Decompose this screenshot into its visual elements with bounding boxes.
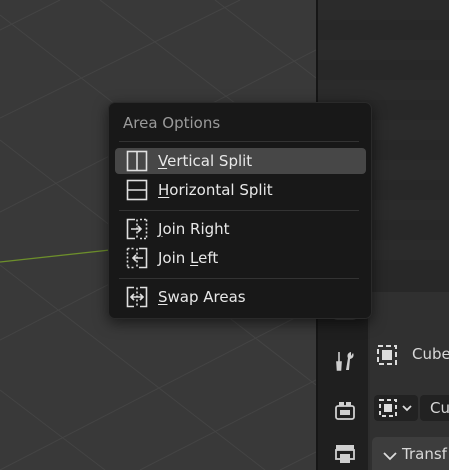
menu-item-label: Join Left xyxy=(158,249,219,267)
menu-separator xyxy=(119,210,359,211)
join-right-item[interactable]: Join Right xyxy=(115,216,366,242)
outliner-row[interactable] xyxy=(318,0,449,20)
transform-panel-header[interactable]: Transf xyxy=(372,437,449,470)
menu-title: Area Options xyxy=(123,114,221,132)
x-axis-line xyxy=(0,249,111,263)
horizontal-split-item[interactable]: Horizontal Split xyxy=(115,177,366,203)
tab-render[interactable] xyxy=(332,398,358,424)
horizontal-split-icon xyxy=(126,179,148,201)
wrench-screwdriver-icon xyxy=(336,352,354,371)
chevron-down-icon xyxy=(383,452,397,461)
vertical-split-icon xyxy=(126,150,148,172)
outliner-row[interactable] xyxy=(318,80,449,100)
render-camera-icon xyxy=(335,402,355,420)
output-printer-icon xyxy=(335,445,355,463)
menu-item-label: Swap Areas xyxy=(158,288,246,306)
menu-separator xyxy=(119,278,359,279)
data-browse-dropdown[interactable] xyxy=(374,395,418,421)
outliner-row[interactable] xyxy=(318,60,449,80)
transform-panel-label: Transf xyxy=(402,445,447,463)
menu-separator xyxy=(119,141,359,142)
area-options-menu: Area Options Vertical Split Horizontal S… xyxy=(108,102,372,319)
menu-item-label: Horizontal Split xyxy=(158,181,273,199)
data-name-field[interactable]: Cu xyxy=(420,395,449,421)
join-left-icon xyxy=(126,247,148,269)
vertical-split-item[interactable]: Vertical Split xyxy=(115,148,366,174)
object-square-icon xyxy=(376,344,398,366)
object-data-chevron-icon xyxy=(379,399,412,417)
join-left-item[interactable]: Join Left xyxy=(115,245,366,271)
data-name-text: Cu xyxy=(430,399,449,417)
outliner-row[interactable] xyxy=(318,40,449,60)
menu-item-label: Vertical Split xyxy=(158,152,253,170)
outliner-row[interactable] xyxy=(318,20,449,40)
swap-areas-item[interactable]: Swap Areas xyxy=(115,284,366,310)
object-name-label: Cube xyxy=(412,345,449,363)
swap-areas-icon xyxy=(126,286,148,308)
menu-item-label: Join Right xyxy=(158,220,230,238)
tab-tool[interactable] xyxy=(332,348,358,374)
tab-output[interactable] xyxy=(332,440,358,466)
join-right-icon xyxy=(126,218,148,240)
